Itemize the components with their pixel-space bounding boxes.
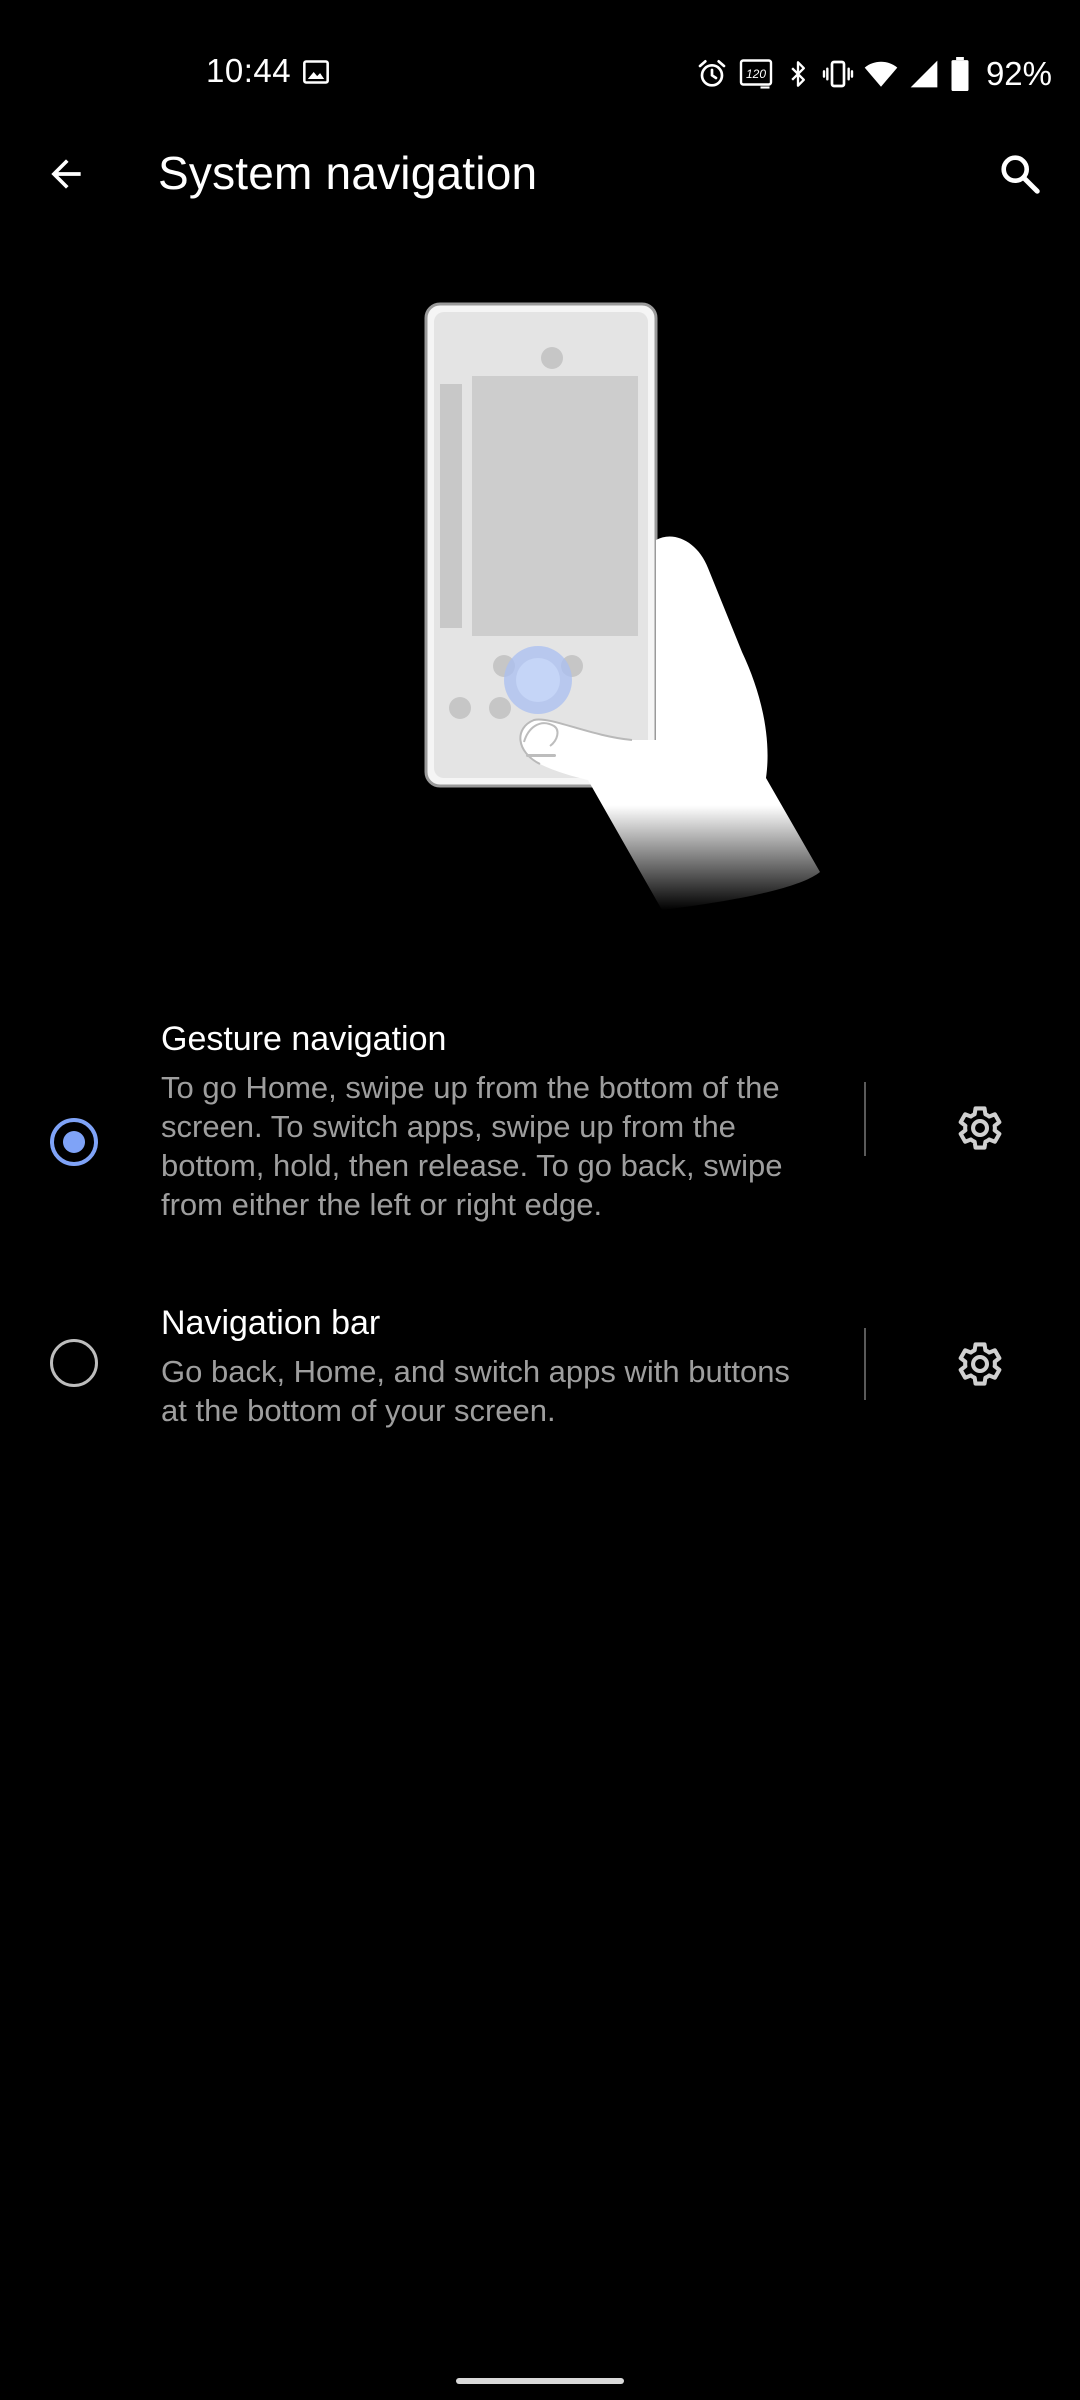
option-navigation-bar[interactable]: Navigation bar Go back, Home, and switch… [0,1298,1080,1448]
battery-percent: 92% [985,55,1052,92]
gesture-navigation-text: Gesture navigation To go Home, swipe up … [161,1018,801,1224]
gear-icon [958,1106,1002,1150]
bluetooth-icon [791,61,805,87]
gear-icon [958,1342,1002,1386]
navigation-bar-title: Navigation bar [161,1304,381,1342]
gesture-navigation-description: To go Home, swipe up from the bottom of … [161,1070,783,1222]
navigation-bar-radio[interactable] [50,1339,98,1387]
arrow-back-icon [51,159,81,189]
alarm-icon [698,60,726,87]
gesture-navigation-radio[interactable] [50,1118,98,1166]
navigation-bar-description: Go back, Home, and switch apps with butt… [161,1354,790,1428]
search-button[interactable] [988,142,1052,206]
battery-icon [951,57,969,91]
radio-selected-dot [63,1131,85,1153]
refresh-rate-120hz-icon: 120 [739,59,773,89]
refresh-rate-label: 120 [746,67,766,81]
option-gesture-navigation[interactable]: Gesture navigation To go Home, swipe up … [0,1010,1080,1240]
status-time: 10:44 [206,52,292,89]
gesture-home-handle[interactable] [456,2378,624,2384]
signal-icon [910,60,938,88]
status-icons: 120 92% [696,52,1052,96]
page-title: System navigation [158,147,538,199]
gesture-navigation-title: Gesture navigation [161,1020,447,1058]
search-icon [1001,155,1040,194]
navigation-bar-text: Navigation bar Go back, Home, and switch… [161,1302,801,1430]
phone-in-hand-gesture-illustration [424,302,820,910]
navigation-bar-settings-button[interactable] [944,1330,1012,1398]
vertical-divider [864,1328,866,1400]
vibrate-icon [822,60,854,88]
vertical-divider [864,1082,866,1156]
app-bar: System navigation [0,120,1080,224]
gesture-navigation-settings-button[interactable] [944,1094,1012,1162]
back-button[interactable] [34,142,98,206]
wifi-icon [864,61,898,87]
gallery-icon [303,60,329,84]
